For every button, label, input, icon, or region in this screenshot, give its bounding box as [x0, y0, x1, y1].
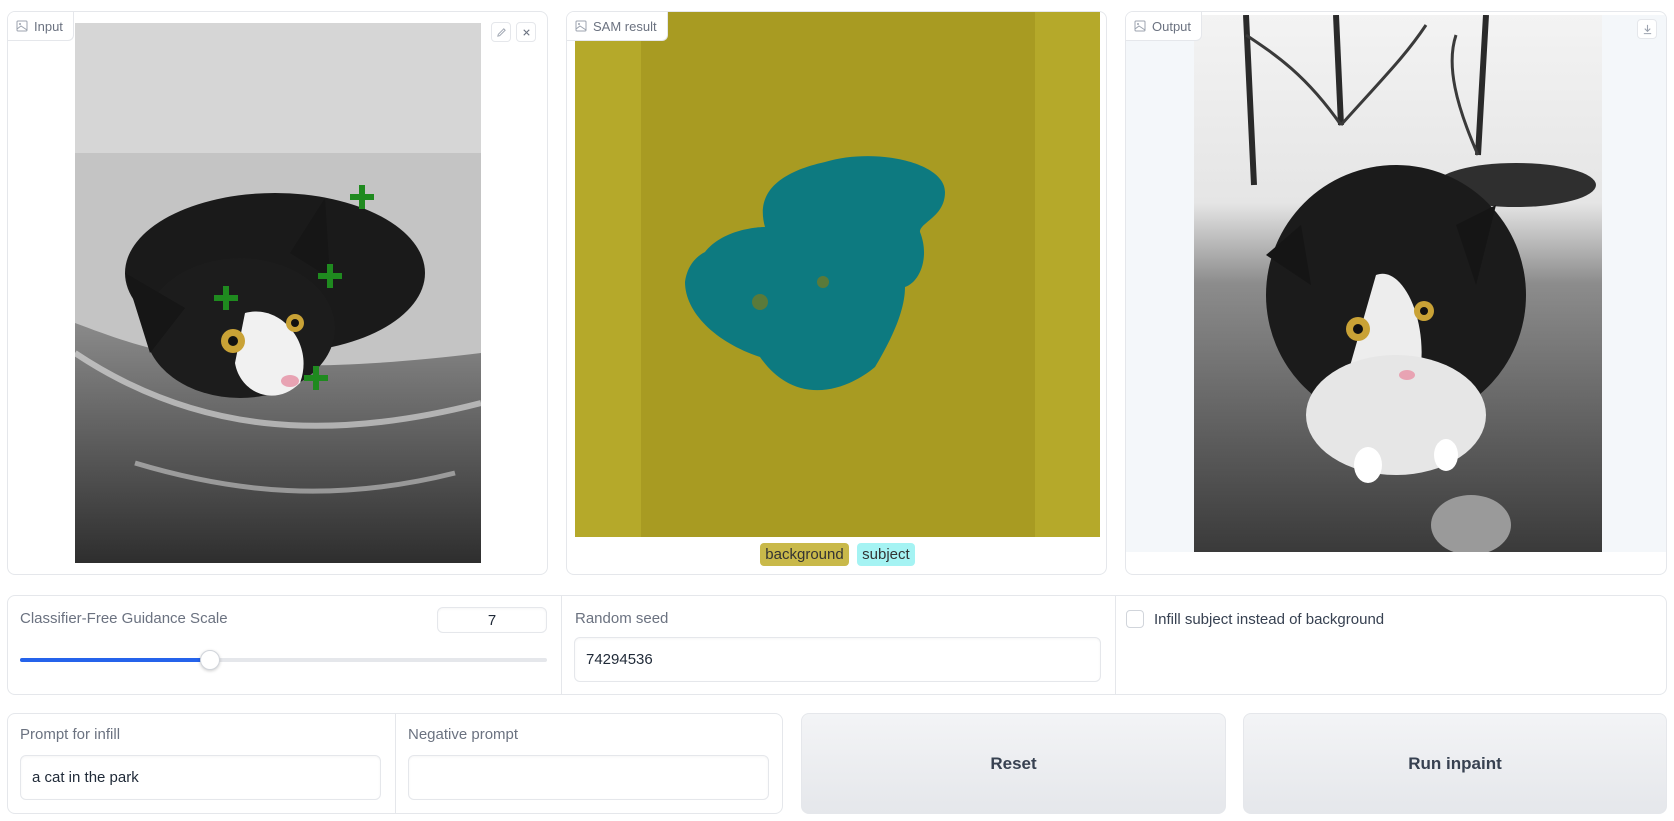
point-marker[interactable]	[318, 264, 342, 288]
infill-toggle[interactable]: Infill subject instead of background	[1126, 610, 1384, 628]
sam-panel-label: SAM result	[567, 12, 668, 41]
output-panel: Output	[1125, 11, 1667, 575]
output-label-text: Output	[1152, 18, 1192, 34]
sam-mask-drawing	[575, 12, 1100, 537]
infill-checkbox[interactable]	[1126, 610, 1144, 628]
cfg-label: Classifier-Free Guidance Scale	[20, 610, 228, 627]
image-icon	[16, 20, 28, 32]
seed-block: Random seed 74294536	[561, 596, 1116, 694]
infill-prompt-value: a cat in the park	[32, 769, 139, 786]
sam-panel: SAM result background subject	[566, 11, 1107, 575]
infill-checkbox-label: Infill subject instead of background	[1154, 610, 1385, 628]
reset-button[interactable]: Reset	[801, 713, 1226, 814]
input-image[interactable]	[75, 23, 481, 563]
seed-input[interactable]: 74294536	[574, 637, 1101, 682]
prompt-group: Prompt for infill a cat in the park Nega…	[7, 713, 783, 814]
sam-legend: background subject	[567, 543, 1106, 566]
negative-prompt-block: Negative prompt	[395, 714, 784, 813]
edit-button[interactable]	[491, 22, 511, 42]
clear-button[interactable]	[516, 22, 536, 42]
reset-button-label: Reset	[990, 753, 1037, 773]
cfg-value: 7	[487, 611, 497, 629]
input-label-text: Input	[34, 18, 63, 34]
settings-row: Classifier-Free Guidance Scale 7 Random …	[7, 595, 1667, 695]
infill-prompt-label: Prompt for infill	[20, 726, 121, 743]
output-cat-drawing	[1194, 15, 1602, 552]
output-image	[1126, 15, 1666, 552]
legend-background: background	[760, 543, 849, 566]
point-marker[interactable]	[350, 185, 374, 209]
input-panel-label: Input	[8, 12, 74, 41]
download-icon	[1643, 24, 1651, 34]
sam-result-image	[575, 12, 1100, 537]
output-panel-label: Output	[1126, 12, 1203, 41]
image-icon	[1134, 20, 1146, 32]
legend-subject: subject	[857, 543, 915, 566]
cfg-block: Classifier-Free Guidance Scale 7	[8, 596, 562, 694]
negative-prompt-input[interactable]	[408, 755, 769, 800]
seed-label: Random seed	[575, 610, 669, 627]
run-inpaint-button-label: Run inpaint	[1408, 753, 1502, 773]
slider-fill	[20, 658, 210, 662]
run-inpaint-button[interactable]: Run inpaint	[1243, 713, 1667, 814]
cfg-slider[interactable]	[20, 650, 547, 670]
pencil-icon	[496, 27, 506, 37]
infill-prompt-block: Prompt for infill a cat in the park	[8, 714, 396, 813]
point-marker[interactable]	[214, 286, 238, 310]
input-panel: Input	[7, 11, 548, 575]
sam-label-text: SAM result	[593, 18, 657, 34]
close-icon	[522, 28, 530, 36]
point-marker[interactable]	[304, 366, 328, 390]
infill-prompt-input[interactable]: a cat in the park	[20, 755, 381, 800]
cfg-number-input[interactable]: 7	[437, 607, 547, 633]
slider-thumb[interactable]	[200, 650, 220, 670]
negative-prompt-label: Negative prompt	[408, 726, 519, 743]
input-cat-drawing	[75, 23, 481, 563]
seed-value: 74294536	[586, 651, 653, 668]
download-button[interactable]	[1637, 19, 1657, 39]
image-icon	[575, 20, 587, 32]
